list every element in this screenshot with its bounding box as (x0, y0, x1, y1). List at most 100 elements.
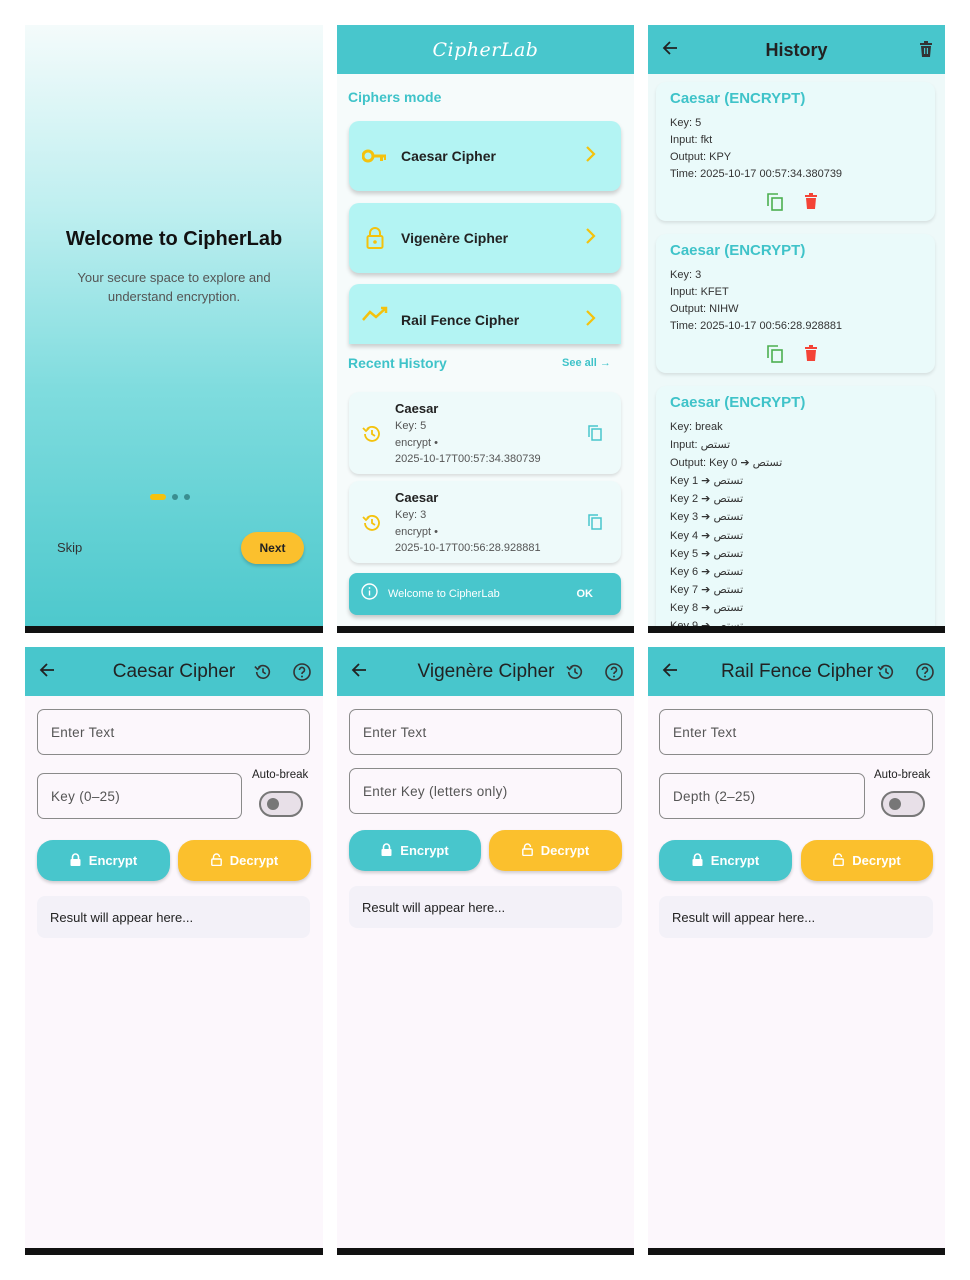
page-dot-2[interactable] (172, 494, 178, 500)
app-bar: Vigenère Cipher (337, 647, 634, 696)
history-icon[interactable] (877, 663, 895, 686)
break-line: Key 7 ➔ تستص (670, 584, 744, 596)
key-input[interactable]: Enter Key (letters only) (349, 768, 622, 814)
delete-icon[interactable] (805, 193, 817, 216)
app-bar: History (648, 25, 945, 74)
history-entry-heading: Caesar (ENCRYPT) (670, 90, 806, 107)
page-dot-1[interactable] (150, 494, 166, 500)
decrypt-button[interactable]: Decrypt (178, 840, 311, 881)
page-indicator (150, 494, 190, 500)
history-entry-input: Input: fkt (670, 134, 713, 146)
cipher-label: Vigenère Cipher (401, 230, 509, 246)
history-icon[interactable] (254, 663, 272, 686)
history-mode: encrypt • (395, 526, 438, 538)
result-box: Result will appear here... (349, 886, 622, 928)
snackbar-ok-button[interactable]: OK (577, 588, 594, 600)
auto-break-toggle[interactable] (881, 791, 925, 817)
cipher-label: Rail Fence Cipher (401, 312, 520, 328)
history-key: Key: 3 (395, 509, 427, 521)
text-input[interactable]: Enter Text (659, 709, 933, 755)
key-icon (361, 142, 389, 170)
cipher-label: Caesar Cipher (401, 148, 496, 164)
ciphers-section-title: Ciphers mode (348, 89, 442, 105)
history-entry-output: Output: Key 0 ➔ تستص (670, 457, 783, 469)
home-screen: CipherLab Ciphers mode Caesar Cipher Vig… (337, 25, 634, 633)
nav-bar (25, 1248, 323, 1255)
text-input[interactable]: Enter Text (37, 709, 310, 755)
zigzag-icon (361, 300, 389, 328)
decrypt-label: Decrypt (229, 853, 279, 868)
break-line: Key 1 ➔ تستص (670, 475, 744, 487)
history-entry-input: Input: تستص (670, 439, 731, 451)
depth-input[interactable]: Depth (2–25) (659, 773, 865, 819)
unlock-icon (521, 842, 533, 859)
history-screen: History Caesar (ENCRYPT) Key: 5 Input: f… (648, 25, 945, 633)
encrypt-button[interactable]: Encrypt (659, 840, 792, 881)
delete-all-icon[interactable] (920, 41, 932, 62)
history-entry-key: Key: 5 (670, 117, 702, 129)
history-entry: Caesar (ENCRYPT) Key: 3 Input: KFET Outp… (656, 234, 935, 373)
help-icon[interactable] (916, 663, 934, 686)
history-entry-actions (767, 193, 817, 216)
decrypt-button[interactable]: Decrypt (801, 840, 933, 881)
history-entry-heading: Caesar (ENCRYPT) (670, 394, 806, 411)
history-key: Key: 5 (395, 420, 427, 432)
onboarding-subtitle: Your secure space to explore and underst… (77, 270, 271, 304)
decrypt-label: Decrypt (852, 853, 901, 868)
history-cipher-name: Caesar (395, 401, 439, 416)
copy-icon[interactable] (588, 425, 602, 446)
caesar-cipher-card[interactable]: Caesar Cipher (349, 121, 621, 191)
unlock-icon (210, 852, 222, 869)
result-box: Result will appear here... (659, 896, 933, 938)
history-entry-key: Key: break (670, 421, 723, 433)
recent-history-title: Recent History (348, 355, 447, 371)
see-all-link[interactable]: See all → (562, 357, 611, 369)
history-icon (362, 513, 382, 538)
caesar-screen: Caesar Cipher Enter Text Key (0–25) Auto… (25, 647, 323, 1255)
recent-history-item[interactable]: Caesar Key: 5 encrypt • 2025-10-17T00:57… (349, 392, 621, 474)
onboarding-title: Welcome to CipherLab (65, 228, 283, 250)
railfence-cipher-card[interactable]: Rail Fence Cipher (349, 284, 621, 344)
history-icon[interactable] (566, 663, 584, 686)
nav-bar (337, 1248, 634, 1255)
auto-break-toggle[interactable] (259, 791, 303, 817)
app-bar: Caesar Cipher (25, 647, 323, 696)
snackbar-message: Welcome to CipherLab (388, 588, 500, 600)
toggle-knob (267, 798, 279, 810)
nav-bar (648, 1248, 945, 1255)
history-entry-time: Time: 2025-10-17 00:56:28.928881 (670, 320, 843, 332)
delete-icon[interactable] (805, 345, 817, 368)
key-input[interactable]: Key (0–25) (37, 773, 242, 819)
break-line: Key 3 ➔ تستص (670, 511, 744, 523)
info-icon (361, 583, 378, 605)
break-line: Key 2 ➔ تستص (670, 493, 744, 505)
vigenere-cipher-card[interactable]: Vigenère Cipher (349, 203, 621, 273)
encrypt-button[interactable]: Encrypt (37, 840, 170, 881)
encrypt-button[interactable]: Encrypt (349, 830, 481, 871)
history-mode: encrypt • (395, 437, 438, 449)
break-line: Key 5 ➔ تستص (670, 548, 744, 560)
history-icon (362, 424, 382, 449)
break-line: Key 8 ➔ تستص (670, 602, 744, 614)
chevron-right-icon (585, 227, 605, 250)
skip-button[interactable]: Skip (57, 540, 82, 555)
next-button[interactable]: Next (241, 532, 304, 564)
copy-icon[interactable] (767, 193, 783, 216)
history-entry: Caesar (ENCRYPT) Key: 5 Input: fkt Outpu… (656, 82, 935, 221)
help-icon[interactable] (293, 663, 311, 686)
help-icon[interactable] (605, 663, 623, 686)
copy-icon[interactable] (767, 345, 783, 368)
recent-history-item[interactable]: Caesar Key: 3 encrypt • 2025-10-17T00:56… (349, 481, 621, 563)
page-dot-3[interactable] (184, 494, 190, 500)
app-bar: Rail Fence Cipher (648, 647, 945, 696)
vigenere-screen: Vigenère Cipher Enter Text Enter Key (le… (337, 647, 634, 1255)
page-title: Caesar Cipher (112, 661, 236, 682)
encrypt-label: Encrypt (88, 853, 138, 868)
text-input[interactable]: Enter Text (349, 709, 622, 755)
history-entry-key: Key: 3 (670, 269, 702, 281)
page-title: Vigenère Cipher (417, 661, 555, 682)
decrypt-button[interactable]: Decrypt (489, 830, 622, 871)
onboarding-screen: Welcome to CipherLab Your secure space t… (25, 25, 323, 633)
copy-icon[interactable] (588, 514, 602, 535)
history-entry-actions (767, 345, 817, 368)
